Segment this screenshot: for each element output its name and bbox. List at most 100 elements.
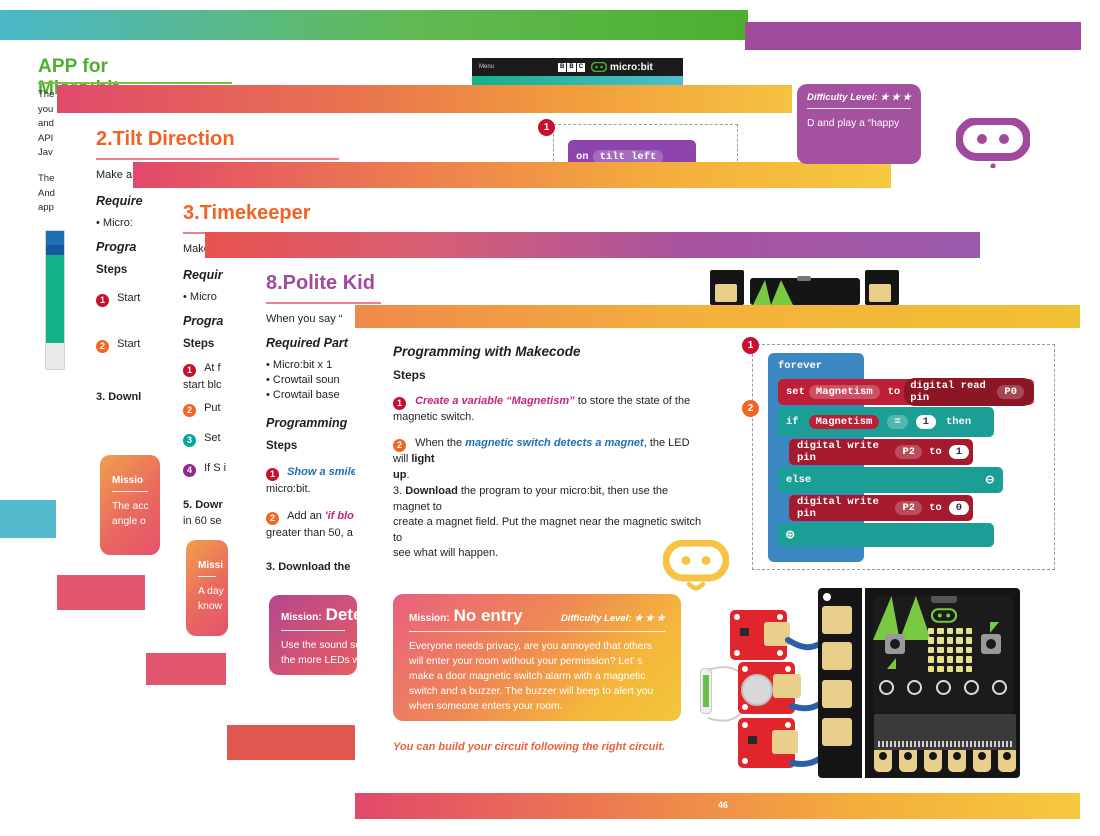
magnet-step-3-line2: create a magnet field. Put the magnet ne… bbox=[393, 516, 702, 544]
module-2-hole-bl bbox=[742, 704, 748, 710]
tilt-step-1: 1 Start bbox=[96, 292, 140, 307]
block-if-operator[interactable]: = bbox=[887, 415, 908, 429]
block-else[interactable]: else ⊖ bbox=[778, 467, 1003, 493]
polite-rule bbox=[266, 302, 381, 304]
edge-pad bbox=[963, 680, 979, 695]
tilt-code-badge-1: 1 bbox=[538, 119, 555, 136]
block-write-2-to: to bbox=[929, 502, 942, 514]
base-port-1 bbox=[822, 606, 852, 634]
microbit-site-header: Menu B B C micro:bit bbox=[472, 58, 683, 76]
button-a-cap bbox=[890, 639, 900, 649]
top-purple-bar bbox=[745, 22, 1081, 50]
mission-accel-label: Missio bbox=[112, 475, 144, 486]
module-2-hole-tl bbox=[742, 666, 748, 672]
bbc-letter-b1: B bbox=[558, 62, 567, 72]
mission-no-entry-difficulty-label: Difficulty Level: bbox=[560, 613, 632, 624]
tilt-rule bbox=[96, 158, 339, 160]
polite-step-1-badge: 1 bbox=[266, 467, 279, 481]
top-teal-green-bar bbox=[0, 10, 748, 40]
block-if-variable[interactable]: Magnetism bbox=[808, 415, 880, 429]
microbit-logo-icon-board bbox=[930, 608, 958, 623]
led bbox=[965, 637, 972, 644]
left-p2-l1: The bbox=[38, 173, 55, 184]
led bbox=[956, 637, 963, 644]
left-p1-l4: API bbox=[38, 132, 54, 144]
mission-day-body: A day know bbox=[198, 584, 224, 614]
block-if-footer[interactable]: ⊕ bbox=[778, 523, 994, 547]
led bbox=[937, 665, 944, 672]
block-digital-read-label: digital read pin bbox=[910, 380, 986, 404]
block-digital-read-pin[interactable]: P0 bbox=[997, 385, 1024, 399]
makecode-badge-1: 1 bbox=[742, 337, 759, 354]
block-write-1-value[interactable]: 1 bbox=[948, 445, 969, 459]
block-digital-read[interactable]: digital read pin P0 bbox=[904, 378, 1034, 406]
polite-step-1-link[interactable]: Show a smile bbox=[287, 466, 357, 478]
led bbox=[928, 637, 935, 644]
timekeeper-step-3-badge: 3 bbox=[183, 433, 196, 447]
mission-no-entry-stars: ★ ★ ★ bbox=[634, 613, 665, 624]
gold-pad bbox=[973, 750, 992, 772]
block-digital-write-1[interactable]: digital write pin P2 to 1 bbox=[789, 439, 973, 465]
tilt-bullet-1-text: Micro: bbox=[102, 217, 133, 229]
block-if-condition[interactable]: Magnetism = 1 bbox=[805, 415, 940, 429]
magnet-step-2-link[interactable]: magnetic switch detects a magnet bbox=[465, 437, 644, 449]
swatch-red-1 bbox=[227, 725, 355, 760]
overlay-bar-1 bbox=[57, 85, 792, 113]
block-set-variable[interactable]: set Magnetism to digital read pin P0 bbox=[778, 378, 1034, 406]
mission-detect-label: Mission: bbox=[281, 612, 322, 623]
polite-step-2-link[interactable]: 'if blo bbox=[325, 510, 354, 522]
mission-no-entry-body: Everyone needs privacy, are you annoyed … bbox=[409, 641, 654, 712]
plus-icon[interactable]: ⊕ bbox=[786, 527, 794, 544]
microbit-button-b[interactable] bbox=[981, 634, 1001, 654]
timekeeper-bullet-1: • Micro bbox=[183, 291, 217, 303]
microbit-menu-label[interactable]: Menu bbox=[479, 64, 494, 70]
left-p2-l3: app bbox=[38, 202, 54, 213]
module-3-chip bbox=[748, 736, 757, 744]
block-set-variable-name[interactable]: Magnetism bbox=[808, 385, 880, 399]
gold-pad bbox=[923, 750, 942, 772]
microbit-logo-icon bbox=[591, 62, 608, 72]
app-screenshot-body bbox=[46, 255, 64, 343]
mission-detect-line-2: the more LEDs w bbox=[281, 655, 360, 666]
mission-accel-rule bbox=[112, 491, 148, 492]
microbit-button-a[interactable] bbox=[885, 634, 905, 654]
edge-connector-slot bbox=[874, 714, 1016, 750]
mission-day-line-2: know bbox=[198, 601, 223, 612]
timekeeper-step-2: 2 Put bbox=[183, 402, 221, 417]
mission-no-entry-title: No entry bbox=[453, 606, 523, 625]
led bbox=[965, 628, 972, 635]
minus-icon[interactable]: ⊖ bbox=[986, 472, 994, 489]
microbit-brand: B B C micro:bit bbox=[558, 62, 653, 73]
magnet-step-1-link[interactable]: Create a variable “Magnetism” bbox=[415, 395, 575, 407]
mission-happy-body: D and play a “happy bbox=[807, 118, 900, 129]
tilt-required-label: Require bbox=[96, 194, 143, 208]
timekeeper-step-1-badge: 1 bbox=[183, 363, 196, 377]
magnet-step-3-lead: 3. bbox=[393, 485, 406, 497]
circuit-caption: You can build your circuit following the… bbox=[393, 741, 666, 753]
circuit-diagram bbox=[690, 578, 1020, 793]
mission-no-entry-rule bbox=[409, 631, 665, 632]
mission-detect-rule bbox=[281, 630, 345, 631]
led bbox=[937, 646, 944, 654]
polite-step-2: 2 Add an 'if blo bbox=[266, 510, 354, 525]
module-1-hole-bl bbox=[734, 650, 740, 656]
mission-accel-card: Missio The acc angle o bbox=[100, 455, 160, 555]
block-write-2-pin[interactable]: P2 bbox=[895, 501, 923, 515]
microbit-brand-text: micro:bit bbox=[610, 61, 653, 73]
polite-bullet-1: • Micro:bit x 1 bbox=[266, 359, 333, 371]
block-write-2-value[interactable]: 0 bbox=[948, 501, 969, 515]
tilt-step-1-badge: 1 bbox=[96, 293, 109, 307]
left-paragraph-2: The And app bbox=[38, 172, 62, 216]
magnet-step-2-badge: 2 bbox=[393, 439, 406, 453]
bbc-letter-b2: B bbox=[567, 62, 576, 72]
led bbox=[956, 656, 963, 663]
block-write-1-pin[interactable]: P2 bbox=[895, 445, 923, 459]
mission-no-entry-title-group: Mission: No entry bbox=[409, 606, 523, 626]
robot-face-purple-svg bbox=[955, 117, 1031, 169]
block-if-value[interactable]: 1 bbox=[915, 415, 936, 429]
edge-pad bbox=[879, 680, 894, 695]
magnet-step-2: 2 When the magnetic switch detects a mag… bbox=[393, 436, 698, 483]
button-b-cap bbox=[986, 639, 996, 649]
block-if-then[interactable]: if Magnetism = 1 then bbox=[778, 407, 994, 437]
block-digital-write-2[interactable]: digital write pin P2 to 0 bbox=[789, 495, 973, 521]
